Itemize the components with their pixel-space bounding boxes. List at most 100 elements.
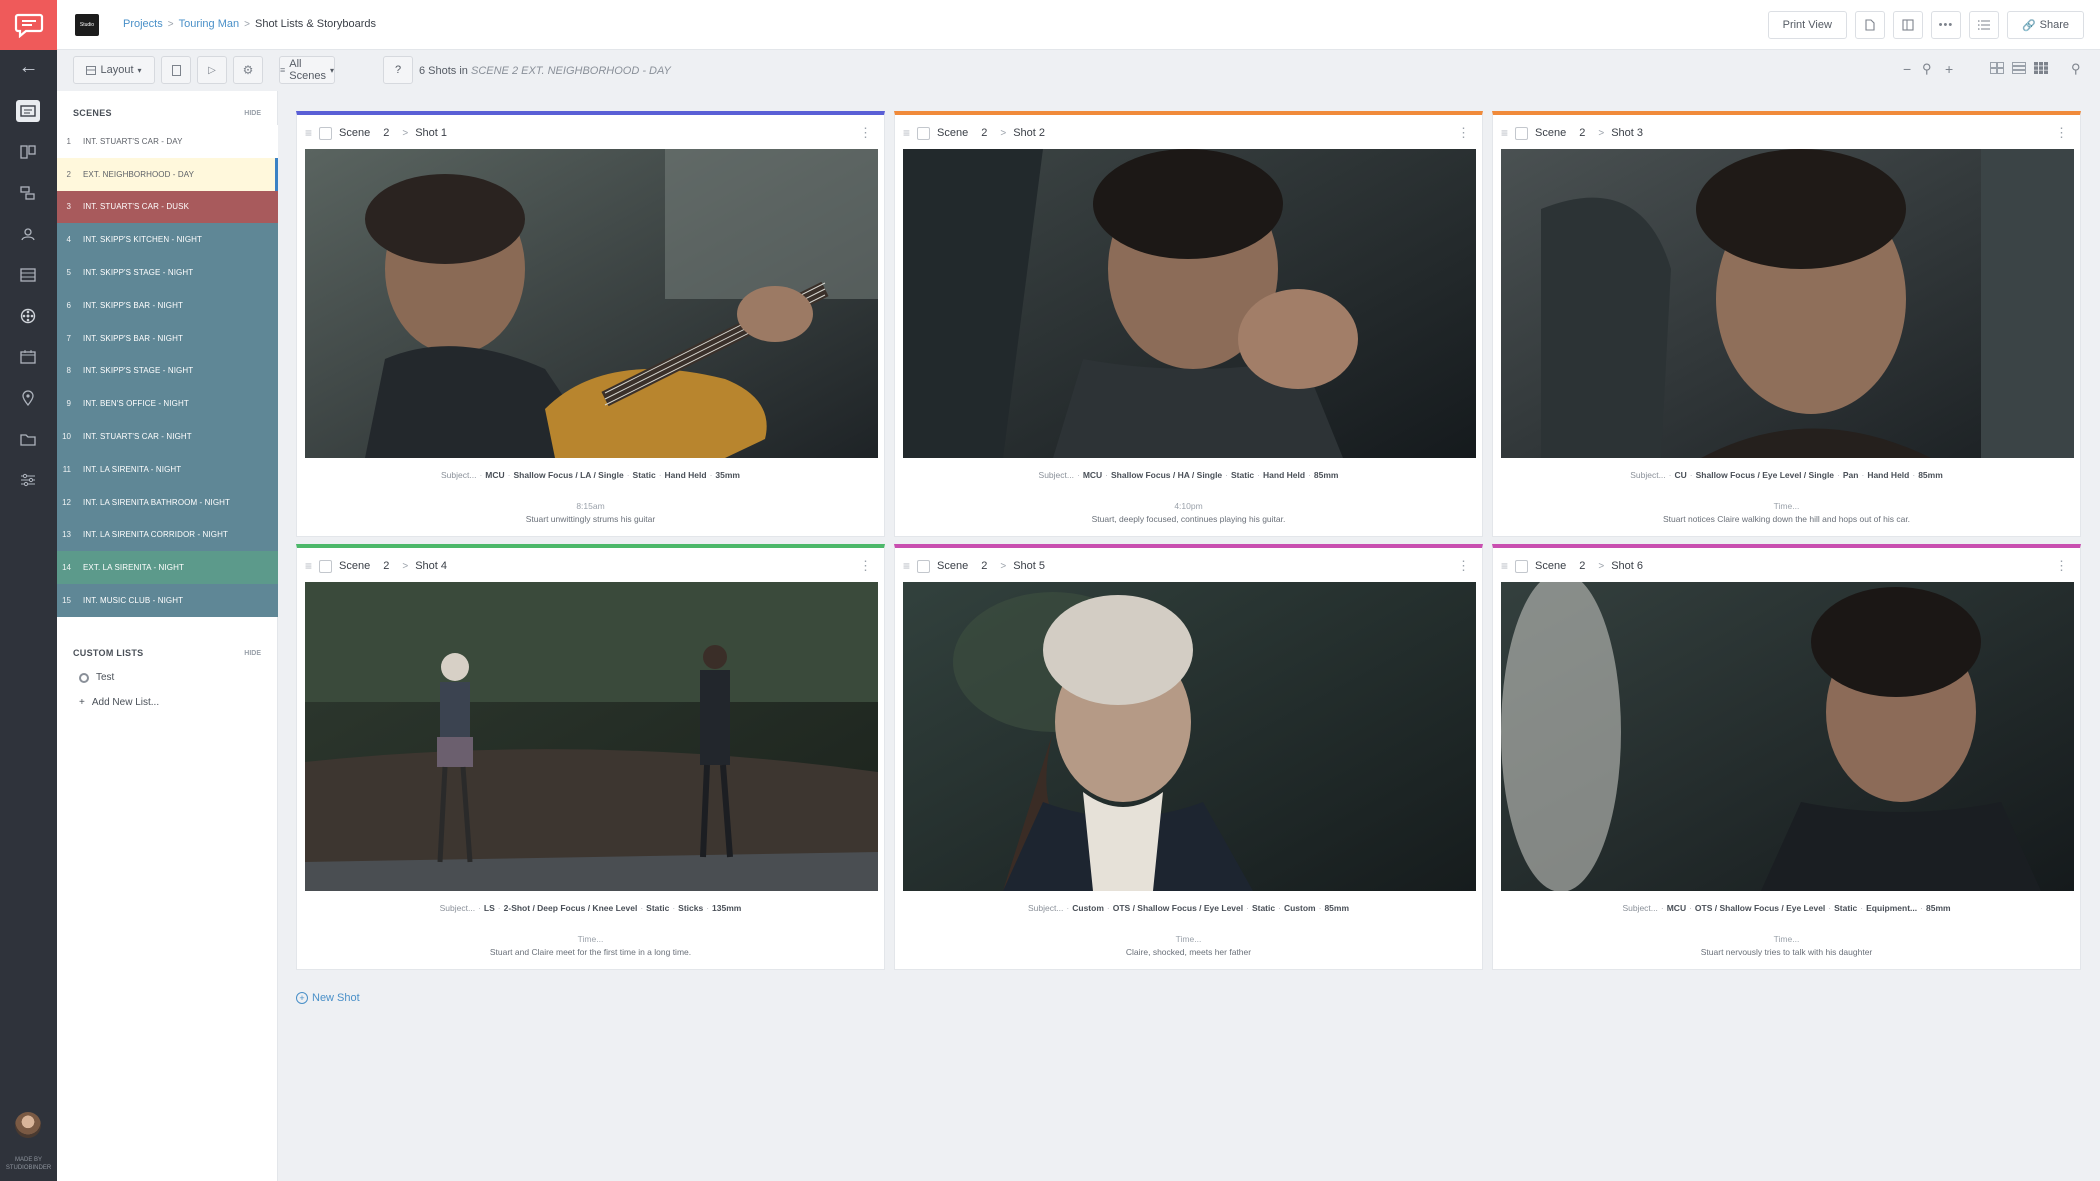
play-button[interactable]: ▷ — [197, 56, 227, 84]
shot-card[interactable]: ≡ Scene 2 > Shot 4 ⋮ Subject... · LS · 2-Shot / De… — [296, 544, 885, 970]
scene-item[interactable]: 13 INT. LA SIRENITA CORRIDOR - NIGHT — [57, 518, 278, 552]
scene-number[interactable]: 2 — [1579, 560, 1585, 572]
grid-large-icon[interactable] — [1990, 61, 2004, 77]
scene-item[interactable]: 7 INT. SKIPP'S BAR - NIGHT — [57, 321, 278, 355]
add-new-list-button[interactable]: + Add New List... — [79, 697, 159, 708]
shot-lens[interactable]: 85mm — [1918, 470, 1943, 480]
kebab-menu-icon[interactable]: ⋮ — [1457, 558, 1470, 574]
drag-handle-icon[interactable]: ≡ — [1501, 559, 1508, 573]
shot-checkbox[interactable] — [917, 126, 931, 140]
storyboard-image[interactable] — [1501, 149, 2074, 458]
scene-item[interactable]: 14 EXT. LA SIRENITA - NIGHT — [57, 551, 278, 585]
scene-number[interactable]: 2 — [981, 560, 987, 572]
shot-description[interactable]: Stuart notices Claire walking down the h… — [1493, 514, 2080, 524]
shot-subject[interactable]: Subject... — [441, 470, 476, 480]
storyboard-image[interactable] — [305, 582, 878, 891]
shot-framing[interactable]: Shallow Focus / Eye Level / Single — [1696, 470, 1834, 480]
shot-framing[interactable]: Shallow Focus / HA / Single — [1111, 470, 1222, 480]
shot-card[interactable]: ≡ Scene 2 > Shot 5 ⋮ Subject... · Custom · OTS / S… — [894, 544, 1483, 970]
shot-description[interactable]: Stuart, deeply focused, continues playin… — [895, 514, 1482, 524]
drag-handle-icon[interactable]: ≡ — [903, 126, 910, 140]
drag-handle-icon[interactable]: ≡ — [305, 126, 312, 140]
scene-item[interactable]: 4 INT. SKIPP'S KITCHEN - NIGHT — [57, 223, 278, 257]
shot-number[interactable]: Shot 1 — [415, 127, 447, 139]
shot-number[interactable]: Shot 2 — [1013, 127, 1045, 139]
scenes-hide-button[interactable]: HIDE — [244, 110, 261, 117]
shot-framing[interactable]: OTS / Shallow Focus / Eye Level — [1113, 903, 1243, 913]
scene-item[interactable]: 2 EXT. NEIGHBORHOOD - DAY — [57, 157, 278, 191]
shot-equipment[interactable]: Hand Held — [665, 470, 707, 480]
shot-time[interactable]: Time... — [1493, 934, 2080, 944]
scene-number[interactable]: 2 — [1579, 127, 1585, 139]
search-icon[interactable]: ⚲ — [2071, 61, 2081, 77]
list-view-icon[interactable] — [1968, 11, 1999, 39]
shot-movement[interactable]: Pan — [1843, 470, 1859, 480]
shot-framing[interactable]: 2-Shot / Deep Focus / Knee Level — [504, 903, 638, 913]
help-button[interactable]: ? — [383, 56, 413, 84]
shot-card[interactable]: ≡ Scene 2 > Shot 1 ⋮ Subject... · MCU · Shallow Fo… — [296, 111, 885, 537]
shotlist-icon[interactable] — [16, 100, 40, 122]
shot-framing[interactable]: Shallow Focus / LA / Single — [513, 470, 623, 480]
storyboard-image[interactable] — [1501, 582, 2074, 891]
shot-lens[interactable]: 85mm — [1926, 903, 1951, 913]
share-button[interactable]: 🔗 Share — [2006, 11, 2084, 39]
shot-number[interactable]: Shot 4 — [415, 560, 447, 572]
storyboard-image[interactable] — [903, 149, 1476, 458]
shot-number[interactable]: Shot 6 — [1611, 560, 1643, 572]
print-view-button[interactable]: Print View — [1767, 11, 1847, 39]
scene-item[interactable]: 11 INT. LA SIRENITA - NIGHT — [57, 452, 278, 486]
shot-time[interactable]: Time... — [297, 934, 884, 944]
kebab-menu-icon[interactable]: ⋮ — [1457, 125, 1470, 141]
shot-equipment[interactable]: Custom — [1284, 903, 1316, 913]
shot-lens[interactable]: 85mm — [1314, 470, 1339, 480]
shot-checkbox[interactable] — [319, 559, 333, 573]
shot-time[interactable]: 8:15am — [297, 501, 884, 511]
scene-item[interactable]: 1 INT. STUART'S CAR - DAY — [57, 125, 278, 158]
shot-lens[interactable]: 85mm — [1324, 903, 1349, 913]
kebab-menu-icon[interactable]: ⋮ — [859, 558, 872, 574]
custom-lists-hide-button[interactable]: HIDE — [244, 650, 261, 657]
settings-button[interactable]: ⚙ — [233, 56, 263, 84]
breadcrumb-projects[interactable]: Projects — [123, 18, 163, 30]
shot-description[interactable]: Claire, shocked, meets her father — [895, 947, 1482, 957]
shot-checkbox[interactable] — [1515, 559, 1529, 573]
shot-description[interactable]: Stuart nervously tries to talk with his … — [1493, 947, 2080, 957]
folder-icon[interactable] — [16, 428, 40, 450]
list-rows-icon[interactable] — [2012, 61, 2026, 77]
shot-card[interactable]: ≡ Scene 2 > Shot 3 ⋮ Subject... · CU · Shallow Foc… — [1492, 111, 2081, 537]
kebab-menu-icon[interactable]: ⋮ — [2055, 558, 2068, 574]
project-logo[interactable]: Studio — [75, 14, 99, 36]
custom-list-item[interactable]: Test — [79, 672, 114, 683]
shot-checkbox[interactable] — [917, 559, 931, 573]
shot-movement[interactable]: Static — [1834, 903, 1857, 913]
shot-subject[interactable]: Subject... — [1039, 470, 1074, 480]
scene-item[interactable]: 5 INT. SKIPP'S STAGE - NIGHT — [57, 256, 278, 289]
zoom-in-icon[interactable]: + — [1945, 61, 1953, 77]
more-options-icon[interactable]: ••• — [1930, 11, 1961, 39]
user-avatar[interactable] — [15, 1112, 41, 1138]
shot-description[interactable]: Stuart unwittingly strums his guitar — [297, 514, 884, 524]
shot-size[interactable]: MCU — [485, 470, 504, 480]
calendar-icon[interactable] — [16, 346, 40, 368]
bookmark-button[interactable] — [161, 56, 191, 84]
scene-filter-dropdown[interactable]: ≡ All Scenes ▾ — [279, 56, 335, 84]
location-pin-icon[interactable] — [16, 387, 40, 409]
shot-subject[interactable]: Subject... — [440, 903, 475, 913]
shot-size[interactable]: MCU — [1083, 470, 1102, 480]
shot-subject[interactable]: Subject... — [1630, 470, 1665, 480]
search-zoom-icon[interactable]: ⚲ — [1922, 61, 1932, 77]
split-view-icon[interactable] — [1892, 11, 1923, 39]
shot-equipment[interactable]: Hand Held — [1263, 470, 1305, 480]
scene-item[interactable]: 15 INT. MUSIC CLUB - NIGHT — [57, 584, 278, 617]
shot-size[interactable]: MCU — [1667, 903, 1686, 913]
shot-card[interactable]: ≡ Scene 2 > Shot 2 ⋮ Subject... · MCU · Shallow Fo… — [894, 111, 1483, 537]
shot-equipment[interactable]: Equipment... — [1866, 903, 1917, 913]
shot-movement[interactable]: Static — [1231, 470, 1254, 480]
kebab-menu-icon[interactable]: ⋮ — [859, 125, 872, 141]
shot-subject[interactable]: Subject... — [1622, 903, 1657, 913]
back-arrow-icon[interactable]: ← — [0, 52, 57, 82]
app-logo-icon[interactable] — [0, 0, 57, 50]
scene-number[interactable]: 2 — [981, 127, 987, 139]
scene-item[interactable]: 12 INT. LA SIRENITA BATHROOM - NIGHT — [57, 485, 278, 519]
shot-time[interactable]: Time... — [1493, 501, 2080, 511]
